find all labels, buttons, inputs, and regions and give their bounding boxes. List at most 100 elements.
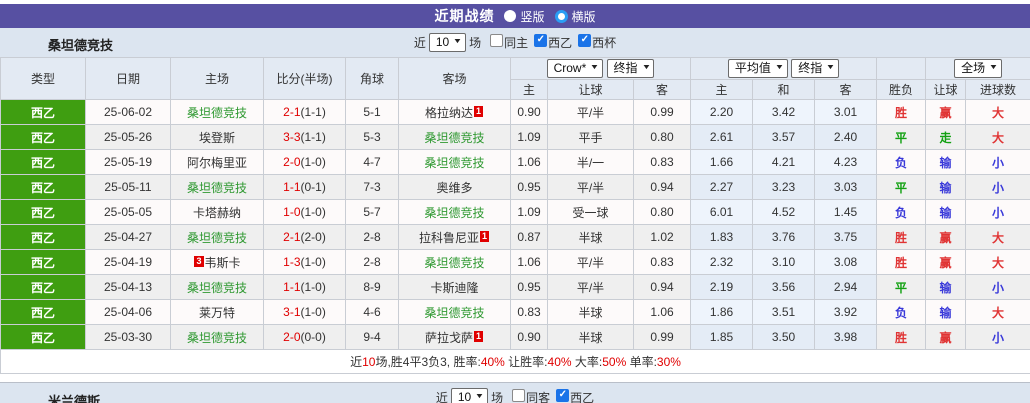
away-team-cell: 桑坦德竞技 [398,124,511,150]
home-odds-cell: 0.95 [510,274,548,300]
full-match-select-value: 全场 [961,61,986,75]
result-group-spacer [876,57,927,80]
next-filter-checkbox-同客[interactable] [512,388,526,402]
match-row: 西乙 25-04-19 3 韦斯卡 1-3(1-0) 2-8 桑坦德竞技 1.06 平/半 0.8… [0,249,1030,275]
avg-away-cell: 3.98 [814,324,878,350]
matches-suffix-label: 场 [469,36,482,50]
layout-option-horizontal[interactable]: 横版 [554,8,596,25]
handicap-cell: 平/半 [547,274,634,300]
handicap-cell: 半球 [547,299,634,325]
avg-draw-cell: 3.76 [752,224,816,250]
avg-home-cell: 2.19 [690,274,754,300]
corner-cell: 5-3 [345,124,399,150]
odds-stage-select-1[interactable]: 终指 ▼ [606,59,655,78]
near-label: 近 [413,36,426,50]
goals-result-cell: 大 [965,249,1030,275]
col-header-league: 类型 [0,57,86,100]
odds-group-bookmaker: Crow* ▼ 终指 ▼ [509,57,692,80]
avg-draw-cell: 3.42 [752,99,816,125]
result-cell: 负 [876,199,927,225]
avg-home-cell: 1.85 [690,324,754,350]
result-group-scope: 全场 ▼ [925,57,1030,80]
filter-checkbox-label: 西杯 [592,36,617,50]
home-team-cell: 莱万特 [170,299,264,325]
recent-results-page: 近期战绩 竖版 横版 桑坦德竞技 近 10 ▼ 场 同主西乙西杯 [0,0,1030,403]
full-match-select[interactable]: 全场 ▼ [954,59,1003,78]
next-filter-checkbox-西乙[interactable] [556,388,570,402]
result-cell: 平 [876,124,927,150]
goals-result-cell: 大 [965,224,1030,250]
odds-stage-select-1-value: 终指 [613,61,638,75]
away-odds-cell: 0.99 [632,99,692,125]
corner-cell: 5-7 [345,199,399,225]
away-odds-cell: 0.99 [632,324,692,350]
sub-header-handicap-result: 让球 [925,79,967,100]
layout-option-vertical[interactable]: 竖版 [504,8,545,25]
filter-checkbox-同主[interactable] [490,34,504,47]
handicap-result-cell: 输 [925,149,967,175]
league-cell: 西乙 [0,174,86,200]
score-cell: 1-1(0-1) [263,174,346,200]
league-cell: 西乙 [0,299,86,325]
home-team-cell: 桑坦德竞技 [170,174,264,200]
next-filter-checkbox-group: 同客 西乙 [506,388,594,403]
avg-away-cell: 3.92 [814,299,878,325]
result-cell: 负 [876,299,927,325]
next-match-count-select[interactable]: 10 ▼ [450,387,489,403]
next-match-count-value: 10 [457,389,472,403]
result-cell: 胜 [876,224,927,250]
col-header-corner: 角球 [345,57,399,100]
avg-away-cell: 2.40 [814,124,878,150]
league-cell: 西乙 [0,99,86,125]
date-cell: 25-05-11 [85,174,171,200]
odds-stage-select-2[interactable]: 终指 ▼ [791,59,840,78]
score-cell: 3-1(1-0) [263,299,346,325]
away-odds-cell: 0.94 [632,274,692,300]
handicap-cell: 半/一 [547,149,634,175]
col-header-away: 客场 [398,57,511,100]
away-odds-cell: 0.80 [632,199,692,225]
bookmaker-select[interactable]: Crow* ▼ [546,59,604,78]
average-select[interactable]: 平均值 ▼ [727,59,788,78]
handicap-result-cell: 赢 [925,324,967,350]
avg-home-cell: 1.83 [690,224,754,250]
home-team-cell: 阿尔梅里亚 [170,149,264,175]
score-cell: 1-3(1-0) [263,249,346,275]
corner-cell: 2-8 [345,224,399,250]
avg-away-cell: 3.08 [814,249,878,275]
radio-vertical-icon[interactable] [504,10,517,22]
next-filter-controls: 近 10 ▼ 场 同客 西乙 [436,387,594,403]
result-cell: 平 [876,174,927,200]
handicap-cell: 半球 [547,224,634,250]
score-cell: 2-0(0-0) [263,324,346,350]
handicap-result-cell: 输 [925,199,967,225]
league-cell: 西乙 [0,124,86,150]
rank-badge: 3 [194,255,204,267]
rank-badge: 1 [474,105,484,117]
filter-checkbox-西乙[interactable] [534,34,548,47]
filter-checkbox-group: 同主 西乙 西杯 [484,34,616,51]
radio-horizontal-icon[interactable] [554,9,568,23]
date-cell: 25-03-30 [85,324,171,350]
away-team-cell: 桑坦德竞技 [398,149,511,175]
score-cell: 2-0(1-0) [263,149,346,175]
date-cell: 25-04-19 [85,249,171,275]
league-cell: 西乙 [0,149,86,175]
title-bar: 近期战绩 竖版 横版 [0,4,1030,28]
team-section-bar: 桑坦德竞技 近 10 ▼ 场 同主 西乙 西杯 [0,28,1030,57]
layout-vertical-label: 竖版 [520,9,545,24]
league-cell: 西乙 [0,274,86,300]
match-count-value: 10 [435,35,450,49]
avg-draw-cell: 3.57 [752,124,816,150]
avg-home-cell: 1.66 [690,149,754,175]
home-odds-cell: 0.90 [510,324,548,350]
league-cell: 西乙 [0,199,86,225]
date-cell: 25-05-19 [85,149,171,175]
avg-away-cell: 3.75 [814,224,878,250]
match-row: 西乙 25-05-19 阿尔梅里亚 2-0(1-0) 4-7 桑坦德竞技 1.06 半/一 0.… [0,149,1030,175]
home-odds-cell: 1.06 [510,149,548,175]
home-odds-cell: 1.09 [510,199,548,225]
handicap-cell: 平/半 [547,99,634,125]
match-count-select[interactable]: 10 ▼ [428,33,467,52]
filter-checkbox-西杯[interactable] [578,34,592,47]
